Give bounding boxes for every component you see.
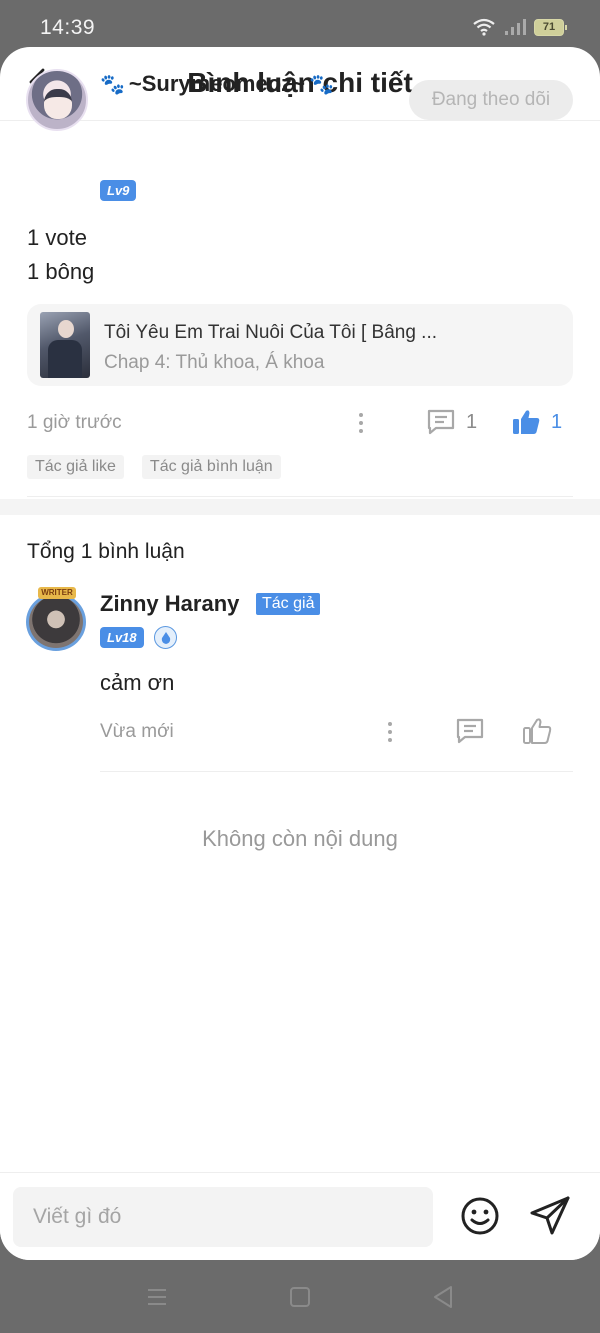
- triangle-back-icon: [434, 1286, 452, 1308]
- post-time: 1 giờ trước: [27, 412, 122, 433]
- menu-nav-button[interactable]: [144, 1284, 170, 1310]
- comment-input[interactable]: [13, 1187, 433, 1247]
- comment-count: 1: [466, 410, 478, 433]
- post-text-line: 1 bông: [27, 259, 95, 284]
- divider: [100, 771, 573, 772]
- end-of-content-label: Không còn nội dung: [202, 826, 398, 851]
- tag-author-liked: Tác giả like: [27, 455, 124, 479]
- emoji-button[interactable]: [459, 1195, 501, 1237]
- reply-meta-row: Vừa mới: [0, 717, 600, 757]
- comment-icon: [427, 409, 455, 435]
- battery-level: 71: [542, 21, 556, 33]
- avatar[interactable]: WRITER: [22, 587, 92, 653]
- more-options-icon[interactable]: [380, 717, 400, 747]
- wifi-icon: [473, 18, 495, 36]
- reply-comment-button[interactable]: [455, 717, 485, 745]
- comment-button[interactable]: 1: [426, 408, 477, 436]
- reply-text: cảm ơn: [100, 670, 175, 695]
- story-cover: [40, 312, 90, 378]
- thumbs-up-outline-icon: [523, 718, 552, 744]
- story-chapter: Chap 4: Thủ khoa, Á khoa: [104, 352, 325, 373]
- comment-input-bar: [0, 1172, 600, 1260]
- signal-icon: [505, 19, 526, 35]
- like-count: 1: [551, 410, 563, 433]
- comment-icon: [456, 718, 484, 744]
- status-icons: 71: [472, 18, 567, 36]
- story-title: Tôi Yêu Em Trai Nuôi Của Tôi [ Bâng ...: [104, 322, 438, 343]
- more-options-icon[interactable]: [351, 408, 371, 438]
- battery-icon: 71: [534, 18, 567, 36]
- reply-author-name[interactable]: Zinny Harany: [100, 591, 239, 617]
- tag-list: Tác giả like Tác giả bình luận: [27, 455, 281, 479]
- system-nav-bar: [0, 1260, 600, 1333]
- level-badge: Lv9: [100, 180, 137, 201]
- comment-detail-sheet: Bình luận chi tiết 🐾 ~Surymeomeoz~ 🐾 Lv9…: [0, 47, 600, 1260]
- post-author[interactable]: 🐾 ~Surymeomeoz~ 🐾: [100, 71, 334, 97]
- post-author-name: ~Surymeomeoz~: [128, 71, 305, 96]
- section-divider: [0, 499, 600, 515]
- tag-author-commented: Tác giả bình luận: [141, 455, 281, 479]
- divider: [27, 496, 573, 497]
- writer-frame-label: WRITER: [38, 587, 76, 599]
- square-icon: [290, 1287, 310, 1307]
- avatar[interactable]: [26, 69, 88, 131]
- follow-button[interactable]: Đang theo dõi: [409, 80, 573, 120]
- thumbs-up-icon: [513, 410, 540, 434]
- reply-like-button[interactable]: [522, 717, 552, 745]
- author-badge: Tác giả: [256, 593, 321, 615]
- smiley-icon: [461, 1197, 499, 1235]
- post-text: 1 vote 1 bông: [27, 221, 94, 289]
- reply-time: Vừa mới: [100, 721, 174, 742]
- paw-icon: 🐾: [308, 73, 334, 96]
- medal-icon: [154, 626, 177, 649]
- status-time: 14:39: [40, 16, 96, 39]
- post-meta-row: 1 giờ trước 1 1: [0, 408, 600, 448]
- post-text-line: 1 vote: [27, 225, 87, 250]
- menu-icon: [148, 1289, 166, 1305]
- send-icon: [530, 1196, 570, 1235]
- send-button[interactable]: [528, 1195, 572, 1237]
- back-nav-button[interactable]: [430, 1284, 456, 1310]
- paw-icon: 🐾: [100, 73, 125, 96]
- replies-total: Tổng 1 bình luận: [27, 540, 185, 563]
- like-button[interactable]: 1: [511, 408, 562, 436]
- level-badge: Lv18: [100, 627, 144, 648]
- home-nav-button[interactable]: [287, 1284, 313, 1310]
- story-card[interactable]: Tôi Yêu Em Trai Nuôi Của Tôi [ Bâng ... …: [27, 304, 573, 386]
